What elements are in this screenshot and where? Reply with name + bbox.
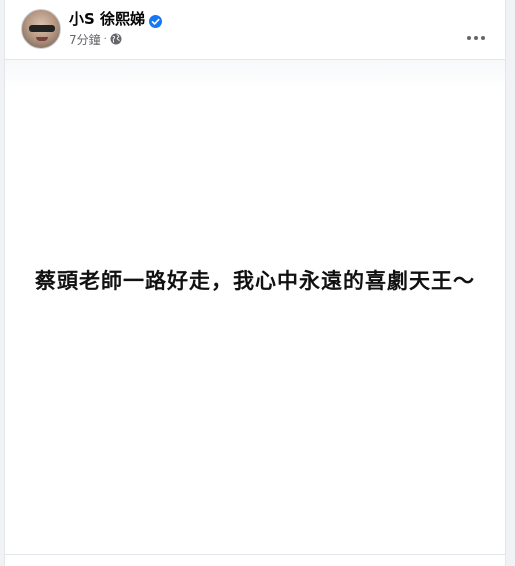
post-header: 小S 徐熙娣 7分鐘 · [5,0,505,58]
verified-badge-icon [149,13,163,28]
avatar-mouth [36,37,48,41]
facebook-post-card: 小S 徐熙娣 7分鐘 · 蔡頭老師一路好走，我心中永遠的喜劇天王～ [4,0,506,566]
post-image-text: 蔡頭老師一路好走，我心中永遠的喜劇天王～ [35,269,475,293]
author-name[interactable]: 小S 徐熙娣 [69,9,145,29]
post-image[interactable]: 蔡頭老師一路好走，我心中永遠的喜劇天王～ [5,59,505,555]
image-top-shade [5,60,505,90]
meta-separator: · [103,33,107,45]
post-time[interactable]: 7分鐘 [69,31,101,48]
more-options-icon [467,25,485,40]
post-meta: 7分鐘 · [69,31,122,47]
author-line: 小S 徐熙娣 [69,9,163,29]
avatar-glasses [29,25,55,32]
globe-icon[interactable] [110,33,122,45]
more-options-button[interactable] [461,12,491,42]
author-avatar[interactable] [21,9,61,49]
